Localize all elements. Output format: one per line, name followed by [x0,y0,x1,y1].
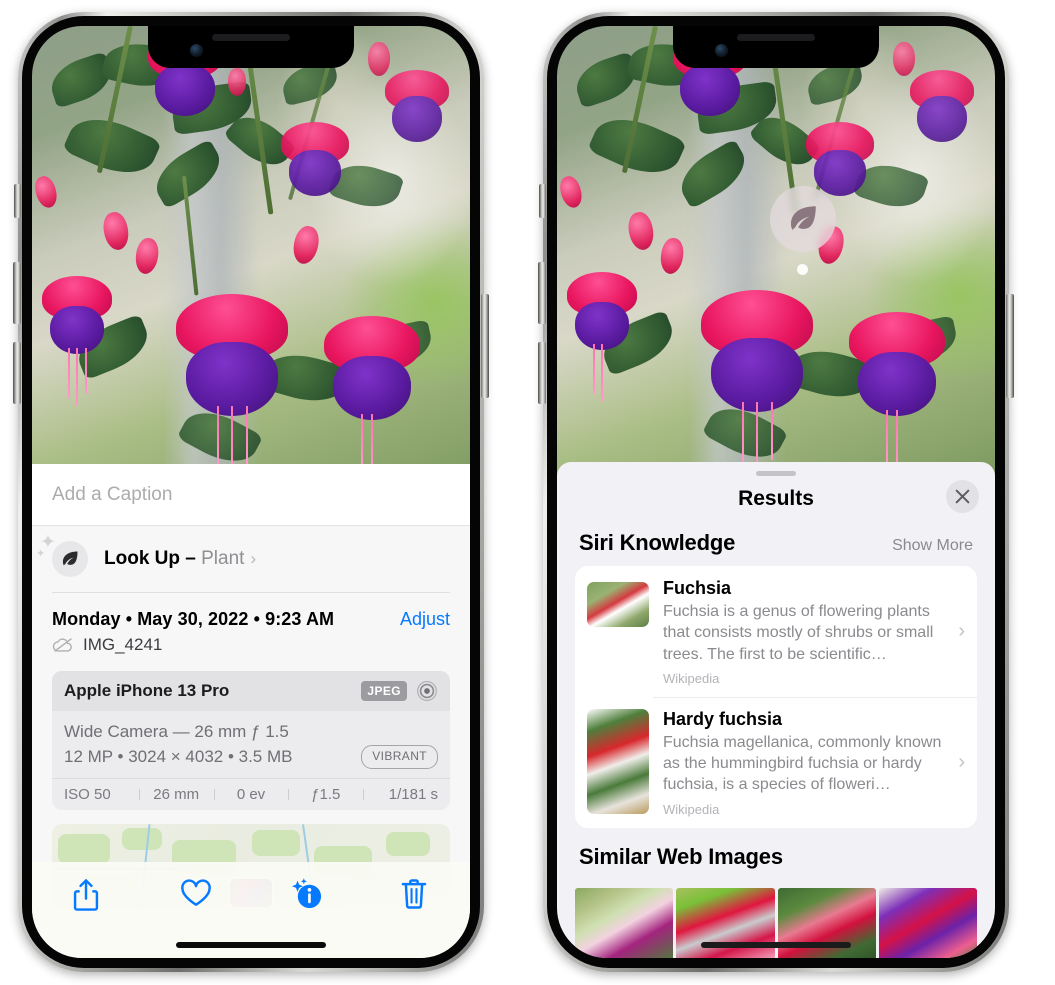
knowledge-title: Fuchsia [663,578,732,598]
siri-knowledge-card: Fuchsia Fuchsia is a genus of flowering … [575,566,977,828]
exif-aperture: ƒ1.5 [288,786,363,803]
web-image-4[interactable] [878,887,977,958]
size-line: 12 MP • 3024 × 4032 • 3.5 MB [64,747,293,767]
volume-down-button[interactable] [538,342,546,404]
exif-focal: 26 mm [138,786,214,803]
close-icon [955,489,970,504]
exif-row: ISO 50 26 mm 0 ev ƒ1.5 1/181 s [52,778,450,810]
silent-switch[interactable] [539,184,546,218]
front-camera-icon [715,44,728,57]
notch [673,26,879,68]
web-image-1[interactable] [575,887,674,958]
look-up-row[interactable]: ✦ ✦ Look Up – Plant › [32,526,470,592]
adjust-button[interactable]: Adjust [400,609,450,630]
screen-left: Add a Caption ✦ ✦ Look Up – Plant › Mond… [32,26,470,958]
results-sheet: Results Siri Knowledge Show More Fuchsia… [557,462,995,958]
knowledge-description: Fuchsia is a genus of flowering plants t… [663,603,934,663]
format-badge: JPEG [361,681,407,701]
home-indicator[interactable] [701,942,851,948]
look-up-subject: Plant [201,548,245,569]
iphone-left: Add a Caption ✦ ✦ Look Up – Plant › Mond… [13,12,489,972]
info-sparkle-icon [291,878,321,909]
home-indicator[interactable] [176,942,326,948]
power-button[interactable] [481,294,489,398]
icloud-slash-icon [52,638,72,652]
knowledge-description: Fuchsia magellanica, commonly known as t… [663,733,942,794]
trash-icon [401,879,427,909]
exif-ev: 0 ev [213,786,289,803]
photo-viewer[interactable] [557,26,995,476]
knowledge-item[interactable]: Fuchsia Fuchsia is a genus of flowering … [575,566,977,697]
chevron-right-icon: › [958,620,965,643]
look-up-label: Look Up – Plant [104,548,245,569]
camera-model: Apple iPhone 13 Pro [64,681,230,700]
iphone-right: Results Siri Knowledge Show More Fuchsia… [538,12,1014,972]
volume-up-button[interactable] [13,262,21,324]
share-icon [73,879,98,911]
exif-iso: ISO 50 [64,786,111,804]
chevron-right-icon: › [958,751,965,774]
results-header: Results [557,476,995,522]
earpiece-speaker [737,34,815,41]
heart-icon [181,879,212,906]
favorite-button[interactable] [180,878,212,912]
earpiece-speaker [212,34,290,41]
results-title: Results [738,487,814,510]
lens-line: Wide Camera — 26 mm ƒ 1.5 [64,722,289,741]
camera-lens-icon [417,681,437,701]
exif-shutter: 1/181 s [363,786,438,803]
info-button[interactable] [290,878,322,912]
caption-placeholder: Add a Caption [52,483,173,505]
fuchsia-thumbnail [587,582,649,627]
volume-up-button[interactable] [538,262,546,324]
sparkle-small-icon: ✦ [36,548,46,560]
knowledge-title: Hardy fuchsia [663,708,783,729]
similar-web-images-header: Similar Web Images [557,828,995,880]
power-button[interactable] [1006,294,1014,398]
silent-switch[interactable] [14,184,21,218]
close-button[interactable] [946,480,979,513]
photo-datetime: Monday • May 30, 2022 • 9:23 AM [52,609,335,629]
date-row: Monday • May 30, 2022 • 9:23 AM Adjust [32,593,470,630]
metadata-header: Apple iPhone 13 Pro JPEG [52,671,450,711]
metadata-body: Wide Camera — 26 mm ƒ 1.5 12 MP • 3024 ×… [52,711,450,778]
share-button[interactable] [71,878,103,912]
photo-info-sheet: Add a Caption ✦ ✦ Look Up – Plant › Mond… [32,464,470,958]
front-camera-icon [190,44,203,57]
knowledge-source: Wikipedia [663,670,720,686]
leaf-icon: ✦ ✦ [36,533,88,577]
visual-lookup-badge[interactable] [770,186,836,252]
filename: IMG_4241 [83,635,163,654]
screen-right: Results Siri Knowledge Show More Fuchsia… [557,26,995,958]
section-heading: Siri Knowledge [579,530,736,555]
filename-row: IMG_4241 [32,630,470,655]
volume-down-button[interactable] [13,342,21,404]
knowledge-source: Wikipedia [663,801,720,817]
knowledge-item[interactable]: Hardy fuchsia Fuchsia magellanica, commo… [575,696,977,828]
photo-viewer[interactable] [32,26,470,486]
show-more-button[interactable]: Show More [892,537,973,555]
caption-field[interactable]: Add a Caption [32,464,470,526]
camera-metadata-card[interactable]: Apple iPhone 13 Pro JPEG Wide Camera — 2… [52,671,450,811]
siri-knowledge-header: Siri Knowledge Show More [557,522,995,566]
visual-lookup-dot [797,264,808,275]
chevron-right-icon: › [250,549,257,568]
section-heading: Similar Web Images [579,843,783,869]
hardy-fuchsia-thumbnail [587,708,649,814]
delete-button[interactable] [399,878,431,912]
screenshot-stage: Add a Caption ✦ ✦ Look Up – Plant › Mond… [0,0,1055,985]
notch [148,26,354,68]
style-badge: VIBRANT [361,744,438,769]
